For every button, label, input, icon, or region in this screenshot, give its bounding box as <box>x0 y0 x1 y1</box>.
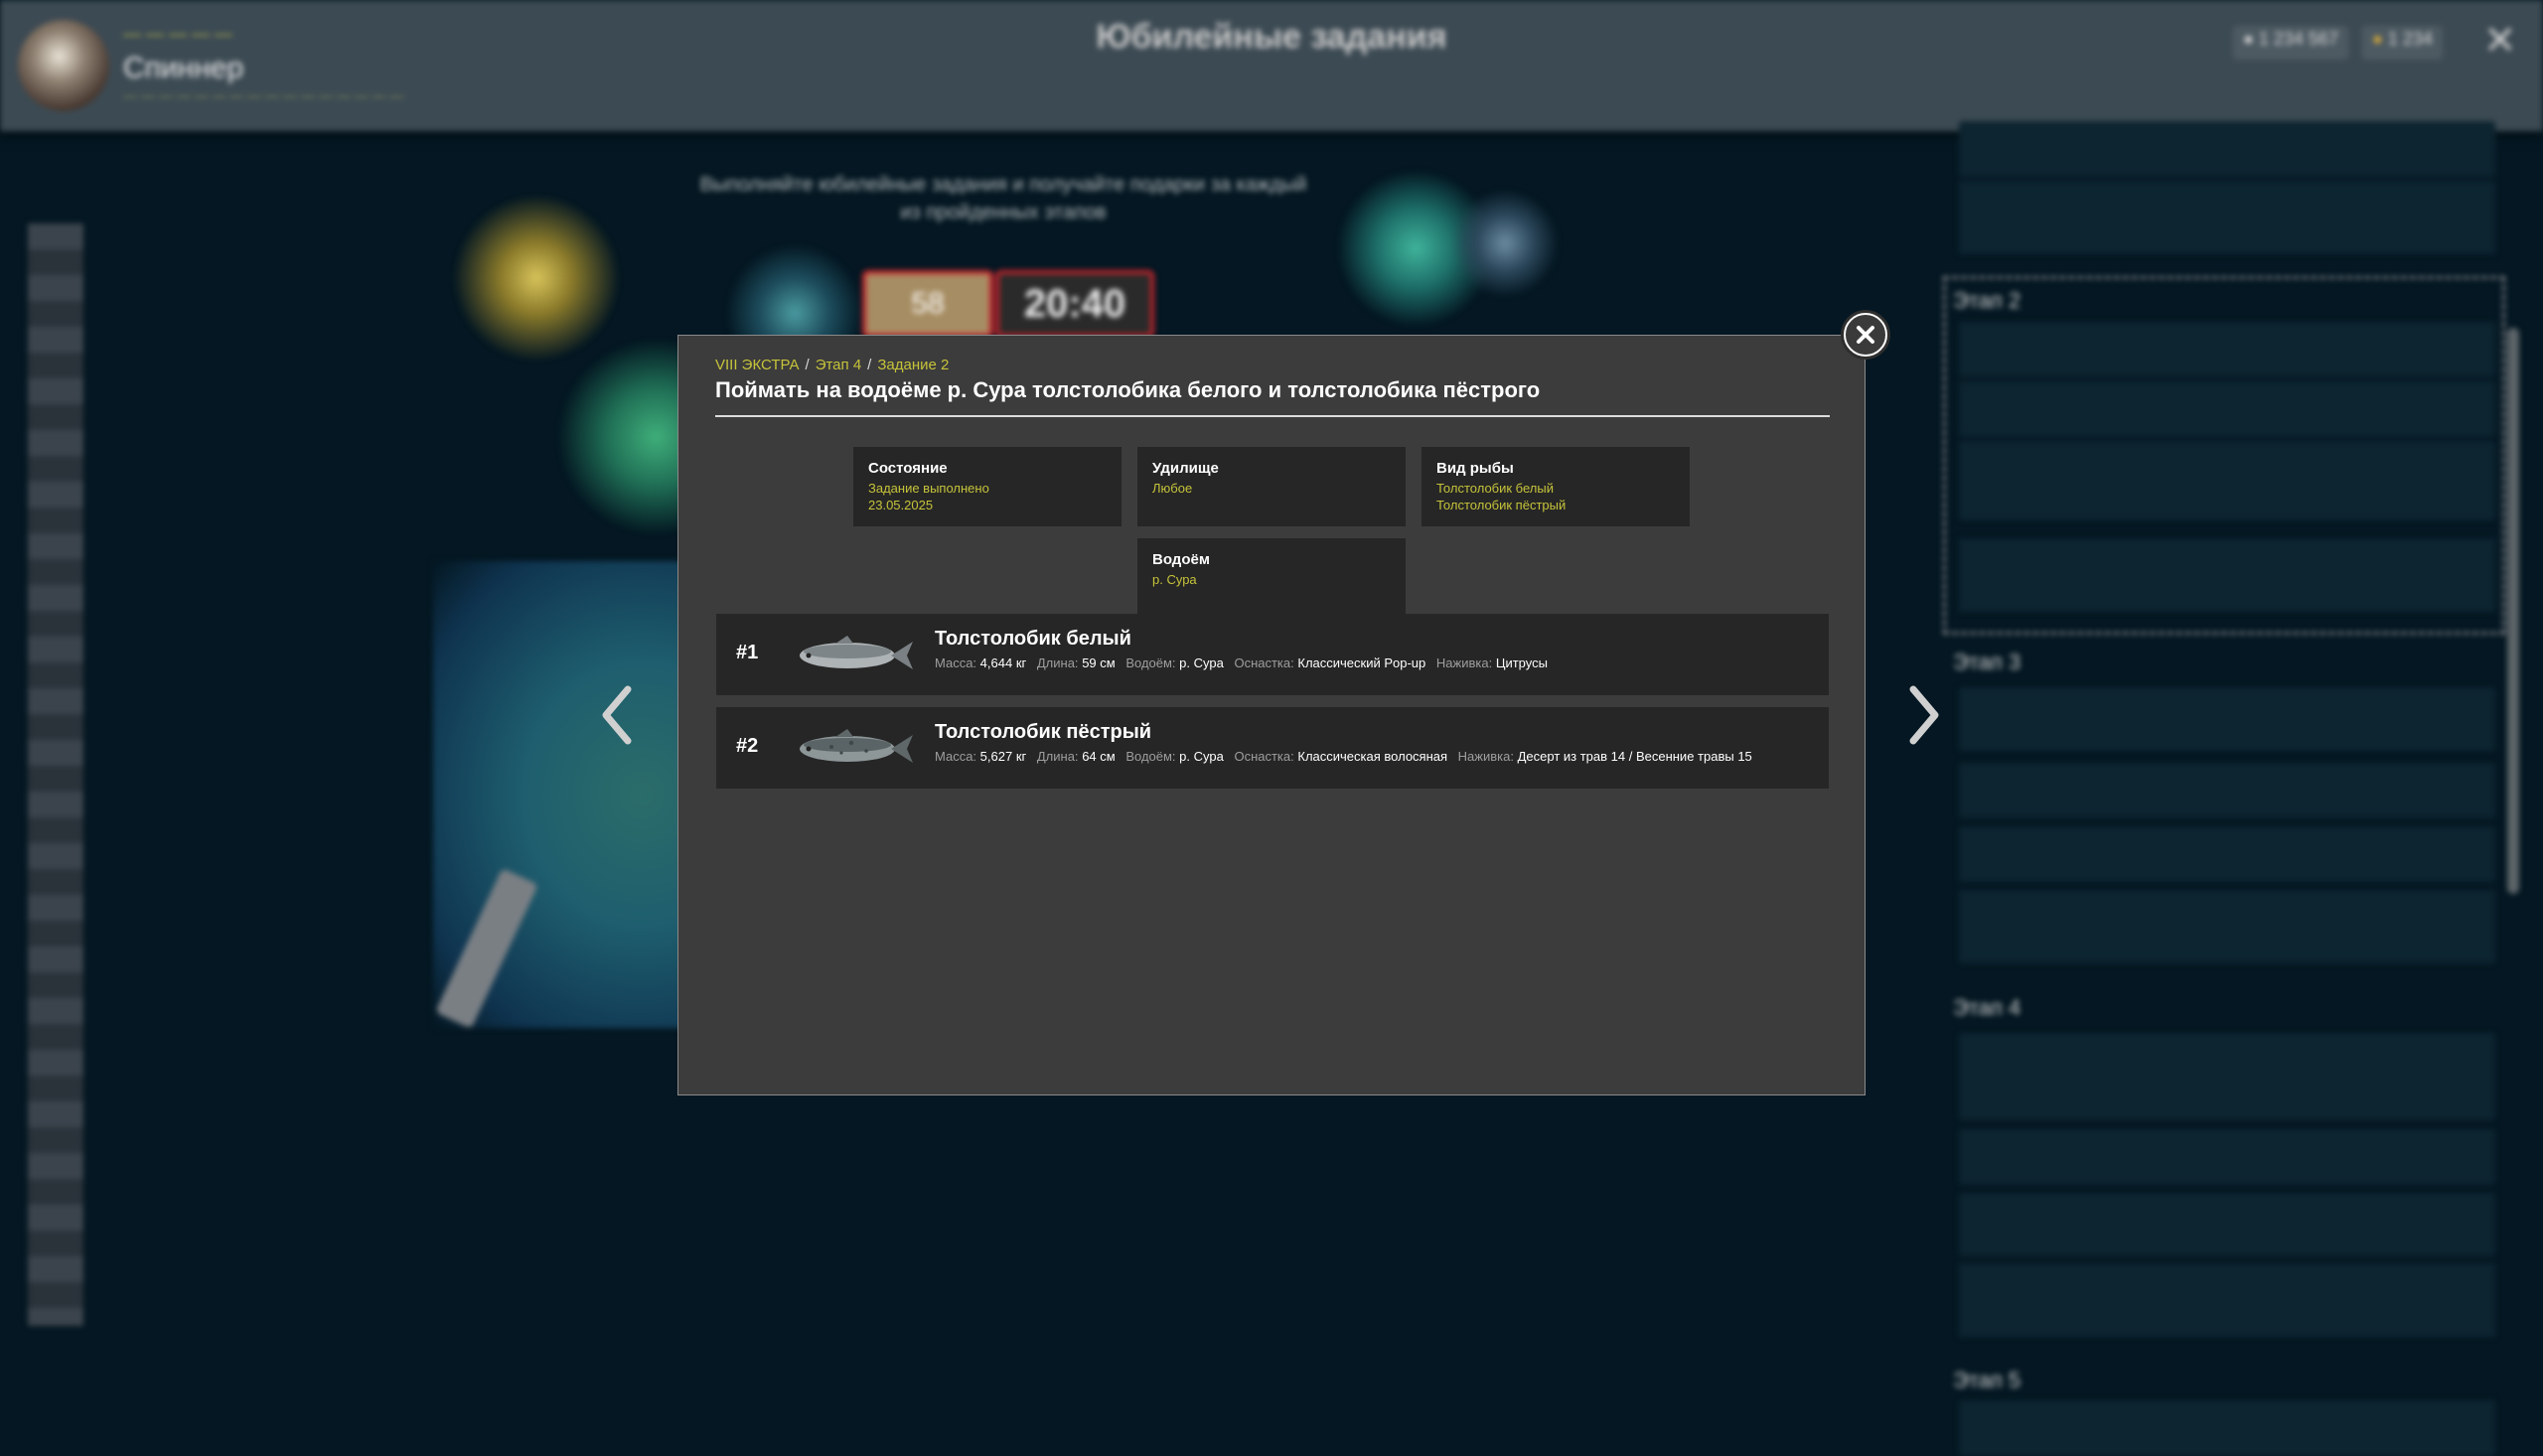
stage-header: Этап 2 <box>1953 288 2021 313</box>
mass-value: 4,644 кг <box>979 655 1027 670</box>
task-card[interactable] <box>1959 826 2495 882</box>
gift-card[interactable] <box>1959 181 2495 254</box>
stages-panel: Этап 2 Этап 3 Этап 4 Этап 5 <box>1943 121 2505 1456</box>
promo-text: Выполняйте юбилейные задания и получайте… <box>699 174 1307 223</box>
task-card[interactable] <box>1959 687 2495 751</box>
page-title: Юбилейные задания <box>1096 18 1447 56</box>
rod-value: Любое <box>1152 481 1193 496</box>
silver-currency: ● 1 234 567 <box>2233 26 2348 60</box>
info-value: Любое <box>1152 480 1192 497</box>
gift-card[interactable] <box>1959 890 2495 963</box>
length-value: 59 см <box>1082 655 1116 670</box>
firework-decoration <box>452 194 621 363</box>
silver-coin-icon: ● <box>2243 29 2259 49</box>
player-name: Спиннер <box>123 52 244 84</box>
fish-type-value: Толстолобик белый <box>1436 481 1554 496</box>
task-card[interactable] <box>1959 121 2495 177</box>
gold-currency: ● 1 234 <box>2362 26 2443 60</box>
catch-number: #1 <box>736 642 759 663</box>
length-value: 64 см <box>1082 749 1116 764</box>
firework-decoration <box>1450 189 1560 298</box>
info-state: Состояние Задание выполнено 23.05.2025 <box>853 447 1122 526</box>
task-card[interactable] <box>1959 441 2495 520</box>
stage-header: Этап 4 <box>1953 995 2021 1020</box>
breadcrumb-item[interactable]: VIII ЭКСТРА <box>715 357 800 373</box>
task-card[interactable] <box>1959 1129 2495 1185</box>
task-card[interactable] <box>1959 1193 2495 1256</box>
breadcrumb: VIII ЭКСТРА / Этап 4/Задание 2 <box>715 357 950 373</box>
task-title: Поймать на водоёме р. Сура толстолобика … <box>715 377 1541 402</box>
tackle-value: Классическая волосяная <box>1297 749 1448 764</box>
info-label: Водоём <box>1152 551 1210 568</box>
task-card[interactable] <box>1959 763 2495 818</box>
task-card[interactable] <box>1959 1033 2495 1120</box>
info-label: Состояние <box>868 460 948 477</box>
task-card[interactable] <box>1959 322 2495 377</box>
next-task-button[interactable] <box>1905 683 1945 747</box>
state-date: 23.05.2025 <box>868 498 934 512</box>
gift-card[interactable] <box>1959 1263 2495 1337</box>
info-label: Вид рыбы <box>1436 460 1514 477</box>
fish-stats: Масса: 4,644 кг Длина: 59 см Водоём: р. … <box>935 655 1548 670</box>
stage-progress-strip <box>28 223 83 1326</box>
timer-days: 58 <box>862 270 993 338</box>
catch-number: #2 <box>736 735 759 757</box>
waterbody-value: р. Сура <box>1152 572 1197 587</box>
stages-scrollbar[interactable] <box>2507 328 2519 894</box>
chevron-left-icon <box>602 685 632 745</box>
stage-header: Этап 3 <box>1953 650 2021 674</box>
task-details-modal: VIII ЭКСТРА / Этап 4/Задание 2 Поймать на … <box>677 335 1866 1095</box>
stage-header: Этап 5 <box>1953 1368 2021 1392</box>
chevron-right-icon <box>1909 685 1939 745</box>
close-icon <box>1857 326 1874 344</box>
gift-card[interactable] <box>1959 538 2495 612</box>
close-button[interactable] <box>1844 313 1887 357</box>
info-rod: Удилище Любое <box>1137 447 1406 526</box>
previous-task-button[interactable] <box>596 683 636 747</box>
fish-type-value: Толстолобик пёстрый <box>1436 498 1567 512</box>
top-bar: — — — — — Спиннер — — — — — — — — — — — … <box>0 0 2543 131</box>
task-card[interactable] <box>1959 381 2495 437</box>
waterbody-value: р. Сура <box>1179 749 1224 764</box>
tackle-value: Классический Pop-up <box>1297 655 1426 670</box>
state-status: Задание выполнено <box>868 481 989 496</box>
timer-clock: 20:40 <box>995 270 1154 338</box>
waterbody-value: р. Сура <box>1179 655 1224 670</box>
breadcrumb-item[interactable]: Задание 2 <box>877 357 949 373</box>
catch-row: #2 Толстолобик пёстрый Масса: 5,627 кг Д… <box>716 707 1829 789</box>
bait-value: Цитрусы <box>1495 655 1548 670</box>
bighead-carp-fish-icon <box>800 729 913 763</box>
breadcrumb-item[interactable]: Этап 4 <box>816 357 861 373</box>
info-waterbody: Водоём р. Сура <box>1137 538 1406 618</box>
fish-name: Толстолобик пёстрый <box>935 721 1152 743</box>
silver-carp-fish-icon <box>800 636 913 669</box>
gold-coin-icon: ● <box>2372 29 2388 49</box>
info-value: р. Сура <box>1152 571 1197 588</box>
task-card[interactable] <box>1959 1400 2495 1456</box>
fish-stats: Масса: 5,627 кг Длина: 64 см Водоём: р. … <box>935 749 1752 764</box>
info-value: Толстолобик белый Толстолобик пёстрый <box>1436 480 1566 513</box>
info-fish-type: Вид рыбы Толстолобик белый Толстолобик п… <box>1421 447 1690 526</box>
info-value: Задание выполнено 23.05.2025 <box>868 480 989 513</box>
bait-value: Десерт из трав 14 / Весенние травы 15 <box>1517 749 1752 764</box>
mass-value: 5,627 кг <box>979 749 1027 764</box>
info-label: Удилище <box>1152 460 1219 477</box>
fish-name: Толстолобик белый <box>935 628 1131 650</box>
catch-row: #1 Толстолобик белый Масса: 4,644 кг Дли… <box>716 614 1829 695</box>
window-close-icon[interactable]: ✕ <box>2483 18 2517 64</box>
player-subtitle: — — — — — — — — — — — — — — — — <box>123 87 404 103</box>
title-divider <box>715 415 1830 417</box>
